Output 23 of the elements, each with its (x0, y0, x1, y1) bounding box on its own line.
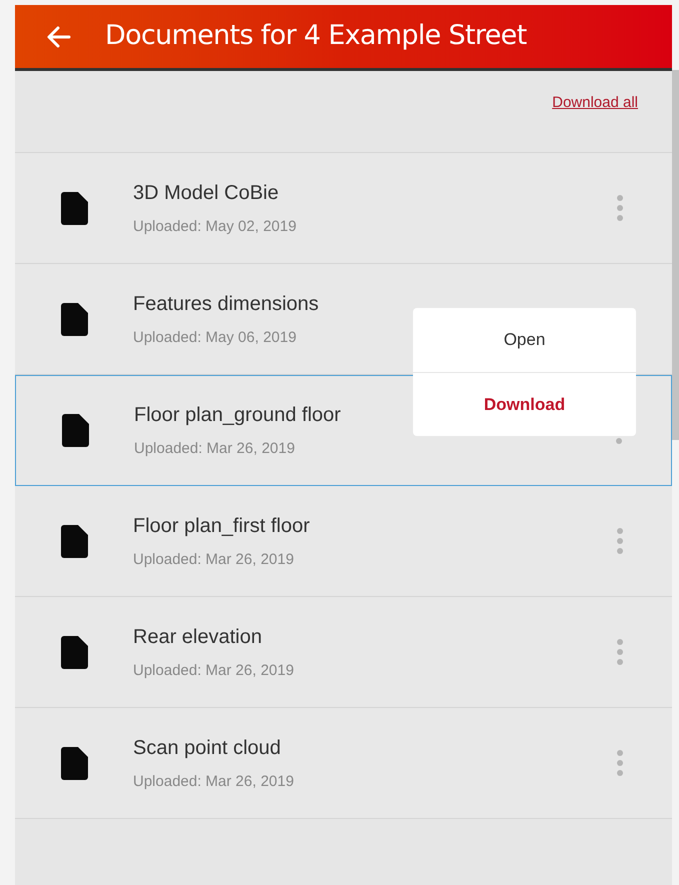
menu-item[interactable]: Open (413, 308, 636, 372)
document-name: Floor plan_ground floor (134, 403, 341, 428)
document-icon (61, 524, 88, 558)
document-icon (62, 414, 89, 447)
document-icon (61, 192, 88, 224)
document-icon (61, 302, 88, 336)
upload-date: Uploaded: Mar 26, 2019 (134, 439, 295, 460)
upload-date: Uploaded: May 02, 2019 (133, 216, 296, 237)
document-name: Floor plan_first floor (133, 514, 310, 539)
scrollbar-thumb[interactable] (672, 70, 679, 440)
upload-date: Uploaded: May 06, 2019 (133, 328, 296, 348)
download-all-link[interactable]: Download all (552, 92, 638, 114)
document-name: Scan point cloud (133, 736, 281, 761)
document-name: Features dimensions (133, 292, 319, 317)
document-icon (61, 746, 88, 780)
document-name: Rear elevation (133, 624, 262, 650)
upload-date: Uploaded: Mar 26, 2019 (133, 550, 294, 570)
document-icon (61, 636, 88, 668)
header-title: Documents for 4 Example Street (105, 19, 527, 54)
back-arrow-icon (47, 26, 71, 48)
upload-date: Uploaded: Mar 26, 2019 (133, 772, 294, 792)
document-name: 3D Model CoBie (133, 180, 279, 206)
upload-date: Uploaded: Mar 26, 2019 (133, 660, 294, 681)
